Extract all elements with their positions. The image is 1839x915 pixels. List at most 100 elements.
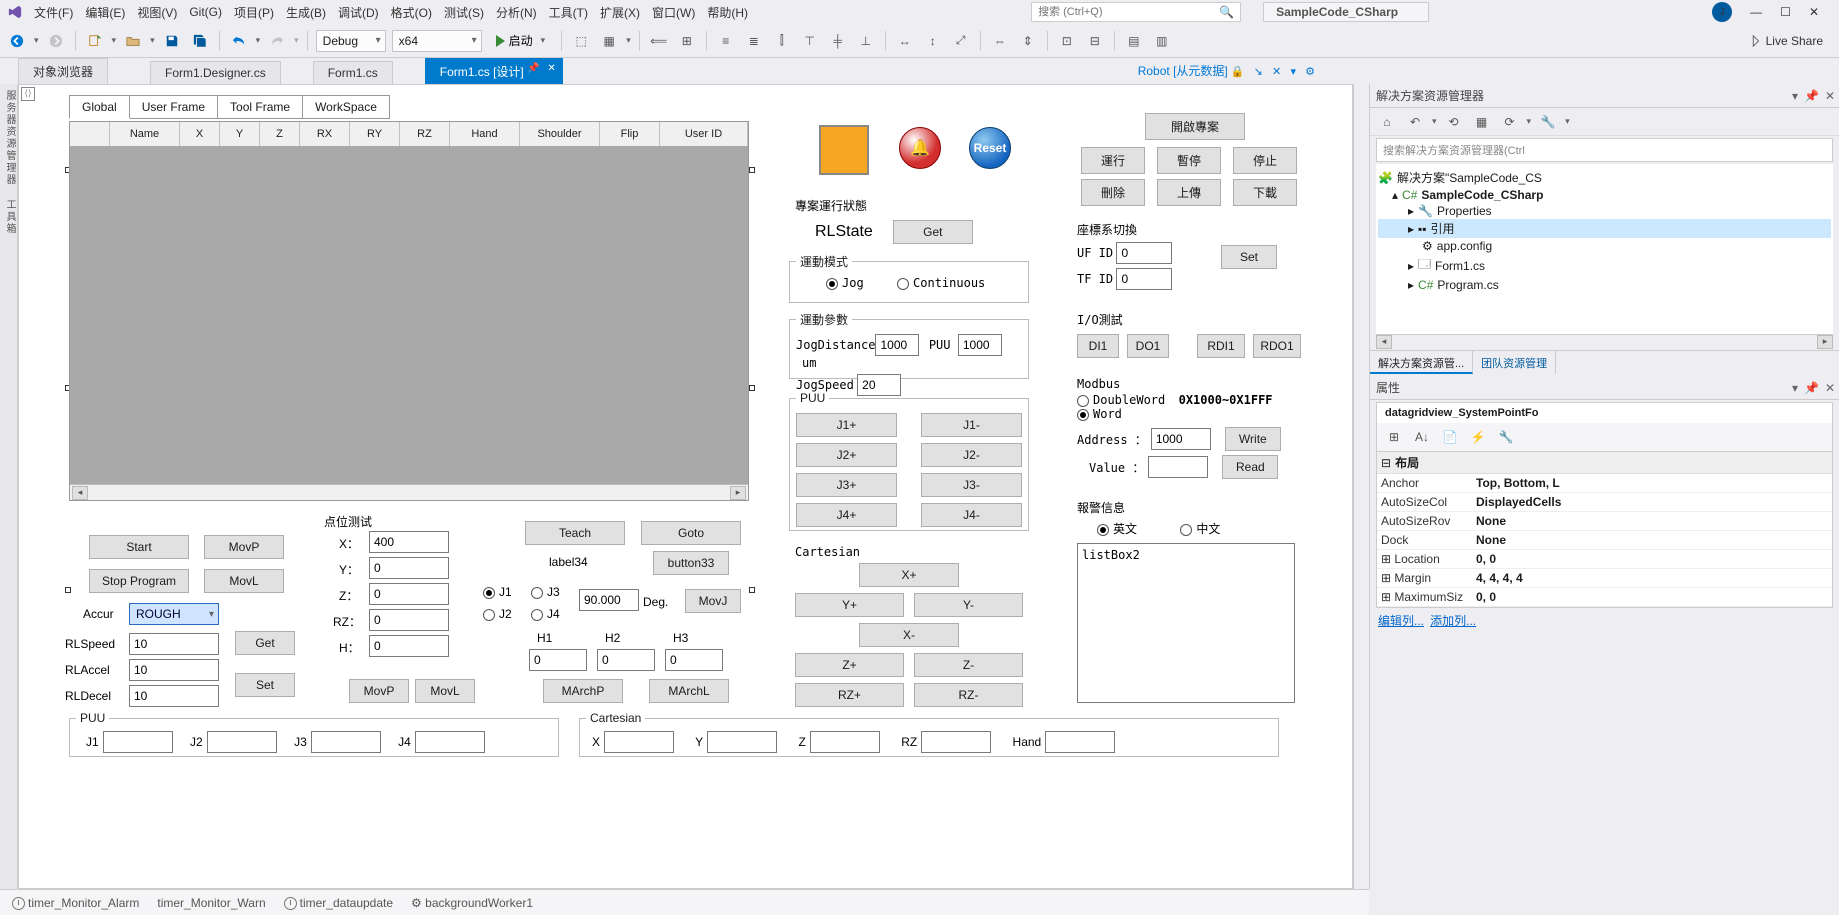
menu-view[interactable]: 视图(V): [137, 4, 177, 21]
goto-button[interactable]: Goto: [641, 521, 741, 545]
global-search[interactable]: 🔍: [1031, 2, 1241, 22]
jogum-input[interactable]: [958, 334, 1002, 356]
movj-button[interactable]: MovJ: [685, 589, 741, 613]
rdi1-button[interactable]: RDI1: [1197, 334, 1245, 358]
minimize-button[interactable]: —: [1750, 5, 1762, 19]
in-rz[interactable]: [369, 609, 449, 631]
radio-en[interactable]: [1097, 524, 1109, 536]
menu-project[interactable]: 项目(P): [234, 4, 274, 21]
redo-button[interactable]: [266, 30, 288, 52]
se-pin[interactable]: 📌: [1804, 89, 1819, 103]
rlaccel-input[interactable]: [129, 659, 219, 681]
solution-search[interactable]: 搜索解决方案资源管理器(Ctrl: [1376, 138, 1833, 162]
align-2[interactable]: ≣: [743, 30, 765, 52]
stop-program-button[interactable]: Stop Program: [89, 569, 189, 593]
radio-word[interactable]: [1077, 409, 1089, 421]
alarm-listbox[interactable]: listBox2: [1077, 543, 1295, 703]
tab-form1-design[interactable]: Form1.cs [设计]📌: [425, 58, 563, 84]
col-flip[interactable]: Flip: [600, 122, 660, 146]
radio-j2[interactable]: [483, 609, 495, 621]
upload-button[interactable]: 上傳: [1157, 179, 1221, 206]
cart-rz[interactable]: [921, 731, 991, 753]
open-drop[interactable]: ▾: [150, 35, 155, 46]
align-3[interactable]: ⫿: [771, 30, 793, 52]
open-project-button[interactable]: 開啟專案: [1145, 113, 1245, 140]
designer-surface[interactable]: ⟨⟩ Global User Frame Tool Frame WorkSpac…: [18, 84, 1353, 889]
set-button[interactable]: Set: [235, 673, 295, 697]
left-rail[interactable]: 服务器资源管理器 工具箱: [0, 84, 18, 889]
cart-z[interactable]: [810, 731, 880, 753]
menu-tools[interactable]: 工具(T): [549, 4, 588, 21]
in-x[interactable]: [369, 531, 449, 553]
angle-input[interactable]: [579, 589, 639, 611]
order-2[interactable]: ▥: [1151, 30, 1173, 52]
menu-file[interactable]: 文件(F): [34, 4, 73, 21]
puu-j3[interactable]: [311, 731, 381, 753]
nav-fwd-button[interactable]: [45, 30, 67, 52]
col-name[interactable]: Name: [110, 122, 180, 146]
menu-analyze[interactable]: 分析(N): [496, 4, 537, 21]
menu-git[interactable]: Git(G): [189, 5, 222, 19]
formtab-userframe[interactable]: User Frame: [129, 95, 218, 119]
prop-az[interactable]: A↓: [1411, 426, 1433, 448]
formtab-workspace[interactable]: WorkSpace: [302, 95, 390, 119]
se-refresh[interactable]: ⟳: [1499, 111, 1521, 133]
set-coord-button[interactable]: Set: [1221, 245, 1277, 269]
xm-button[interactable]: X-: [859, 623, 959, 647]
prop-object[interactable]: datagridview_SystemPointFo: [1376, 402, 1833, 423]
properties-header[interactable]: 属性 ▾📌✕: [1370, 376, 1839, 400]
prop-events[interactable]: ⚡: [1467, 426, 1489, 448]
get-button[interactable]: Get: [235, 631, 295, 655]
col-shoulder[interactable]: Shoulder: [520, 122, 600, 146]
formtab-toolframe[interactable]: Tool Frame: [217, 95, 303, 119]
zm-button[interactable]: Z-: [914, 653, 1023, 677]
radio-cn[interactable]: [1180, 524, 1192, 536]
col-rz[interactable]: RZ: [400, 122, 450, 146]
menu-edit[interactable]: 编辑(E): [85, 4, 125, 21]
tab-team-explorer[interactable]: 团队资源管理: [1473, 351, 1556, 374]
designer-vscroll[interactable]: [1353, 84, 1369, 889]
align-6[interactable]: ⊥: [855, 30, 877, 52]
rzp-button[interactable]: RZ+: [795, 683, 904, 707]
di1-button[interactable]: DI1: [1077, 334, 1119, 358]
size-3[interactable]: ⤢: [950, 30, 972, 52]
tfid-input[interactable]: [1116, 268, 1172, 290]
movp2-button[interactable]: MovP: [349, 679, 409, 703]
radio-j3[interactable]: [531, 587, 543, 599]
config-combo[interactable]: Debug: [316, 30, 386, 52]
movl-button[interactable]: MovL: [204, 569, 284, 593]
tab-form1-cs[interactable]: Form1.cs: [313, 61, 393, 84]
pause-button[interactable]: 暫停: [1157, 147, 1221, 174]
j4p-button[interactable]: J4+: [796, 503, 897, 527]
align-4[interactable]: ⊤: [799, 30, 821, 52]
rlspeed-input[interactable]: [129, 633, 219, 655]
live-share-button[interactable]: Live Share: [1748, 34, 1833, 48]
link-edit-cols[interactable]: 编辑列...: [1378, 614, 1424, 628]
start-button[interactable]: Start: [89, 535, 189, 559]
size-1[interactable]: ↔: [894, 30, 916, 52]
center-2[interactable]: ⊟: [1084, 30, 1106, 52]
write-button[interactable]: Write: [1225, 427, 1281, 451]
prop-cat[interactable]: ⊞: [1383, 426, 1405, 448]
open-button[interactable]: [122, 30, 144, 52]
menu-format[interactable]: 格式(O): [391, 4, 432, 21]
puu-j4[interactable]: [415, 731, 485, 753]
menu-extensions[interactable]: 扩展(X): [600, 4, 640, 21]
nav-back-drop[interactable]: ▾: [34, 35, 39, 46]
pr-dropdown[interactable]: ▾: [1792, 381, 1798, 395]
stop2-button[interactable]: 停止: [1233, 147, 1297, 174]
tb-icon-1[interactable]: ⬚: [570, 30, 592, 52]
rlstate-get-button[interactable]: Get: [893, 220, 973, 244]
tag-glyph[interactable]: ⟨⟩: [21, 87, 35, 101]
download-button[interactable]: 下載: [1233, 179, 1297, 206]
col-hand[interactable]: Hand: [450, 122, 520, 146]
cart-x[interactable]: [604, 731, 674, 753]
maximize-button[interactable]: ☐: [1780, 5, 1791, 19]
se-showall[interactable]: ▦: [1471, 111, 1493, 133]
account-icon[interactable]: J: [1712, 2, 1732, 22]
tab-solution-explorer[interactable]: 解决方案资源管...: [1370, 351, 1473, 374]
se-close[interactable]: ✕: [1825, 89, 1835, 103]
save-all-button[interactable]: [189, 30, 211, 52]
button33[interactable]: button33: [653, 551, 729, 575]
radio-j4[interactable]: [531, 609, 543, 621]
